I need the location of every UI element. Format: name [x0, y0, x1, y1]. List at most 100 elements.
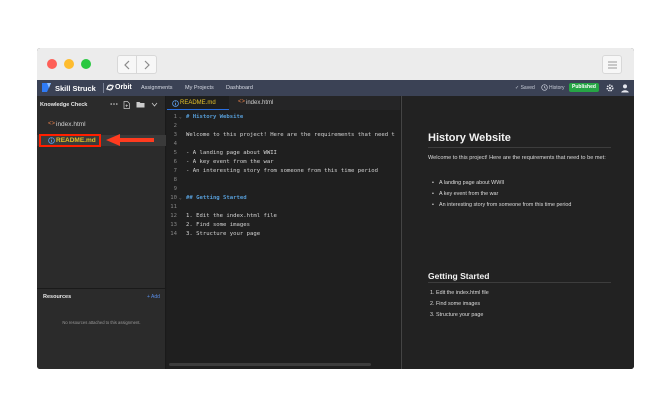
history-button[interactable]: History: [549, 85, 565, 91]
line-text: 2. Find some images: [186, 222, 250, 228]
line-text: # History Website: [186, 114, 244, 120]
skill-struck-logo-icon: [42, 83, 51, 92]
bullet-marker: •: [432, 191, 434, 197]
line-number: 13: [170, 222, 177, 228]
code-line: 9: [167, 186, 400, 195]
add-resource-button[interactable]: + Add: [147, 294, 160, 300]
code-line: 10 ⌄ ## Getting Started: [167, 195, 400, 204]
saved-status: ✓ Saved: [515, 85, 535, 91]
orbit-icon: [106, 84, 114, 91]
fold-arrow-icon[interactable]: ⌄: [179, 196, 182, 201]
line-number: 3: [173, 132, 177, 138]
preview-intro: Welcome to this project! Here are the re…: [428, 155, 606, 161]
published-button[interactable]: Published: [569, 83, 599, 92]
line-number: 2: [173, 123, 177, 129]
menu-lines-icon: [608, 61, 617, 69]
browser-menu-button[interactable]: [602, 55, 622, 74]
markdown-preview: History Website Welcome to this project!…: [401, 96, 634, 369]
bullet-marker: •: [432, 180, 434, 186]
code-line: 5 - A landing page about WWII: [167, 150, 400, 159]
line-number: 8: [173, 177, 177, 183]
close-window-button[interactable]: [47, 59, 57, 69]
code-line: 1 ⌄ # History Website: [167, 114, 400, 123]
line-text: ## Getting Started: [186, 195, 247, 201]
highlight-box: [39, 134, 101, 147]
more-options-icon[interactable]: [110, 101, 118, 107]
preview-bullet: An interesting story from someone from t…: [439, 202, 572, 208]
chevron-right-icon: [144, 60, 150, 70]
bullet-marker: •: [432, 202, 434, 208]
preview-heading: History Website: [428, 132, 511, 144]
heading-rule: [428, 147, 611, 148]
user-avatar-icon[interactable]: [620, 83, 630, 93]
line-number: 5: [173, 150, 177, 156]
brand-name[interactable]: Skill Struck: [55, 84, 96, 93]
code-line: 3 Welcome to this project! Here are the …: [167, 132, 400, 141]
nav-my-projects[interactable]: My Projects: [185, 85, 214, 91]
line-number: 9: [173, 186, 177, 192]
line-number: 12: [170, 213, 177, 219]
new-file-icon[interactable]: [123, 101, 130, 109]
line-text: - A key event from the war: [186, 159, 274, 165]
resources-empty-message: No resources attached to this assignment…: [62, 320, 141, 325]
forward-button[interactable]: [137, 55, 157, 74]
sidebar-header: Knowledge Check: [37, 96, 166, 112]
app-toolbar: Skill Struck Orbit Assignments My Projec…: [37, 80, 634, 96]
preview-step: 1. Edit the index.html file: [430, 290, 489, 296]
preview-bullet: A key event from the war: [439, 191, 499, 197]
minimize-window-button[interactable]: [64, 59, 74, 69]
preview-bullet: A landing page about WWII: [439, 180, 505, 186]
tab-label: index.html: [246, 100, 274, 106]
code-line: 8: [167, 177, 400, 186]
maximize-window-button[interactable]: [81, 59, 91, 69]
project-title: Knowledge Check: [40, 102, 88, 108]
line-number: 7: [173, 168, 177, 174]
code-line: 11: [167, 204, 400, 213]
horizontal-scrollbar[interactable]: [169, 363, 371, 366]
line-text: Welcome to this project! Here are the re…: [186, 132, 395, 138]
line-number: 10: [170, 195, 177, 201]
browser-chrome: [37, 48, 634, 80]
back-button[interactable]: [117, 55, 137, 74]
subheading-rule: [428, 282, 611, 283]
code-line: 14 3. Structure your page: [167, 231, 400, 240]
line-number: 14: [170, 231, 177, 237]
red-arrow-icon: [106, 134, 154, 146]
resources-title: Resources: [43, 294, 72, 300]
nav-assignments[interactable]: Assignments: [141, 85, 173, 91]
fold-arrow-icon[interactable]: ⌄: [179, 115, 182, 120]
line-text: 1. Edit the index.html file: [186, 213, 277, 219]
chevron-left-icon: [124, 60, 130, 70]
info-icon: [172, 100, 179, 107]
code-line: 2: [167, 123, 400, 132]
line-number: 6: [173, 159, 177, 165]
code-line: 7 - An interesting story from someone fr…: [167, 168, 400, 177]
gear-icon[interactable]: [605, 83, 615, 93]
preview-step: 3. Structure your page: [430, 312, 484, 318]
file-sidebar: Knowledge Check <> index.html README.md …: [37, 96, 166, 369]
html-file-icon: <>: [48, 121, 56, 127]
code-editor[interactable]: README.md <> index.html 1 ⌄ # History We…: [167, 96, 400, 369]
preview-step: 2. Find some images: [430, 301, 481, 307]
preview-subheading: Getting Started: [428, 271, 490, 281]
line-text: 3. Structure your page: [186, 231, 261, 237]
line-number: 1: [173, 114, 177, 120]
nav-dashboard[interactable]: Dashboard: [226, 85, 253, 91]
tab-index-html[interactable]: <> index.html: [233, 96, 283, 110]
new-folder-icon[interactable]: [136, 101, 145, 108]
tab-readme[interactable]: README.md: [167, 96, 229, 110]
code-line: 6 - A key event from the war: [167, 159, 400, 168]
product-name[interactable]: Orbit: [115, 84, 132, 91]
editor-tabs: README.md <> index.html: [167, 96, 400, 110]
file-item-index-html[interactable]: <> index.html: [37, 119, 166, 130]
file-name: index.html: [56, 121, 86, 128]
resources-divider: [37, 288, 166, 289]
clock-icon: [541, 84, 548, 91]
collapse-chevron-icon[interactable]: [151, 102, 158, 107]
line-number: 11: [170, 204, 177, 210]
app-window: Skill Struck Orbit Assignments My Projec…: [37, 48, 634, 369]
line-number: 4: [173, 141, 177, 147]
line-text: - An interesting story from someone from…: [186, 168, 378, 174]
code-line: 4: [167, 141, 400, 150]
toolbar-divider: [103, 83, 104, 93]
